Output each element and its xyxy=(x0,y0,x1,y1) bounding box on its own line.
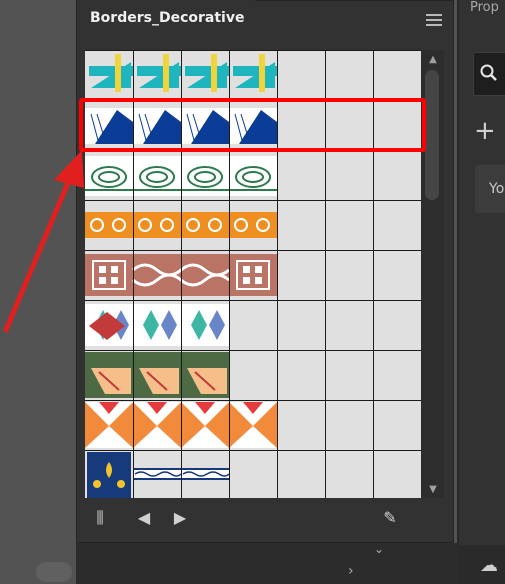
swatch-tile[interactable] xyxy=(133,304,181,346)
panel-title: Borders_Decorative xyxy=(90,10,245,26)
swatch-tile[interactable] xyxy=(229,156,277,196)
add-icon[interactable]: + xyxy=(474,118,496,144)
swatch-tile[interactable] xyxy=(132,254,182,296)
swatch-tile[interactable] xyxy=(181,156,229,196)
selected-row-highlight xyxy=(79,98,426,152)
properties-card-text: Yo xyxy=(489,181,505,197)
swatch-tile[interactable] xyxy=(137,54,181,92)
swatch-tile[interactable] xyxy=(85,254,133,296)
swatch-tile[interactable] xyxy=(229,212,277,238)
search-icon xyxy=(480,64,497,81)
swatch-tile[interactable] xyxy=(133,212,181,238)
horizontal-scroll-thumb[interactable] xyxy=(36,562,72,582)
swatch-tile[interactable] xyxy=(133,402,181,448)
swatch-tile[interactable] xyxy=(133,468,182,480)
swatch-tile[interactable] xyxy=(89,54,133,92)
scroll-down-icon[interactable]: ▼ xyxy=(426,484,440,498)
chevron-down-icon[interactable]: ⌄ xyxy=(374,542,384,556)
annotation-arrow-shaft xyxy=(3,175,73,333)
swatch-tile[interactable] xyxy=(133,156,181,196)
swatch-libraries-menu-icon[interactable]: ⫼ xyxy=(88,507,112,529)
next-library-icon[interactable]: ▶ xyxy=(168,507,192,529)
swatch-tile[interactable] xyxy=(233,54,277,92)
previous-library-icon[interactable]: ◀ xyxy=(132,507,156,529)
swatch-tile[interactable] xyxy=(87,452,131,498)
swatch-tile[interactable] xyxy=(133,352,181,398)
swatch-tile[interactable] xyxy=(229,402,277,448)
panel-menu-icon[interactable] xyxy=(426,14,442,28)
properties-card[interactable]: Yo xyxy=(475,165,505,213)
swatch-tile[interactable] xyxy=(85,156,133,196)
swatch-tile[interactable] xyxy=(181,402,229,448)
swatch-tile[interactable] xyxy=(185,54,229,92)
panel-resize-grip[interactable] xyxy=(245,536,277,551)
swatch-tile[interactable] xyxy=(181,352,229,398)
remove-brush-stroke-icon[interactable]: ✎ xyxy=(378,507,402,529)
swatch-tile[interactable] xyxy=(85,352,133,398)
properties-tab[interactable]: Prop xyxy=(470,0,499,15)
scroll-right-icon[interactable]: › xyxy=(348,563,354,579)
scroll-up-icon[interactable]: ▲ xyxy=(426,54,440,68)
scroll-thumb[interactable] xyxy=(425,70,439,200)
swatch-tile[interactable] xyxy=(85,212,133,238)
cloud-icon[interactable]: ☁ xyxy=(480,555,498,576)
properties-search-box[interactable] xyxy=(473,52,505,96)
swatch-tile[interactable] xyxy=(181,468,230,480)
swatch-tile[interactable] xyxy=(85,402,133,448)
bottom-strip xyxy=(76,543,458,584)
swatch-tile[interactable] xyxy=(180,254,230,296)
swatch-tile[interactable] xyxy=(85,304,133,346)
swatch-tile[interactable] xyxy=(229,254,277,296)
swatch-tile[interactable] xyxy=(181,212,229,238)
swatch-tile[interactable] xyxy=(181,304,229,346)
